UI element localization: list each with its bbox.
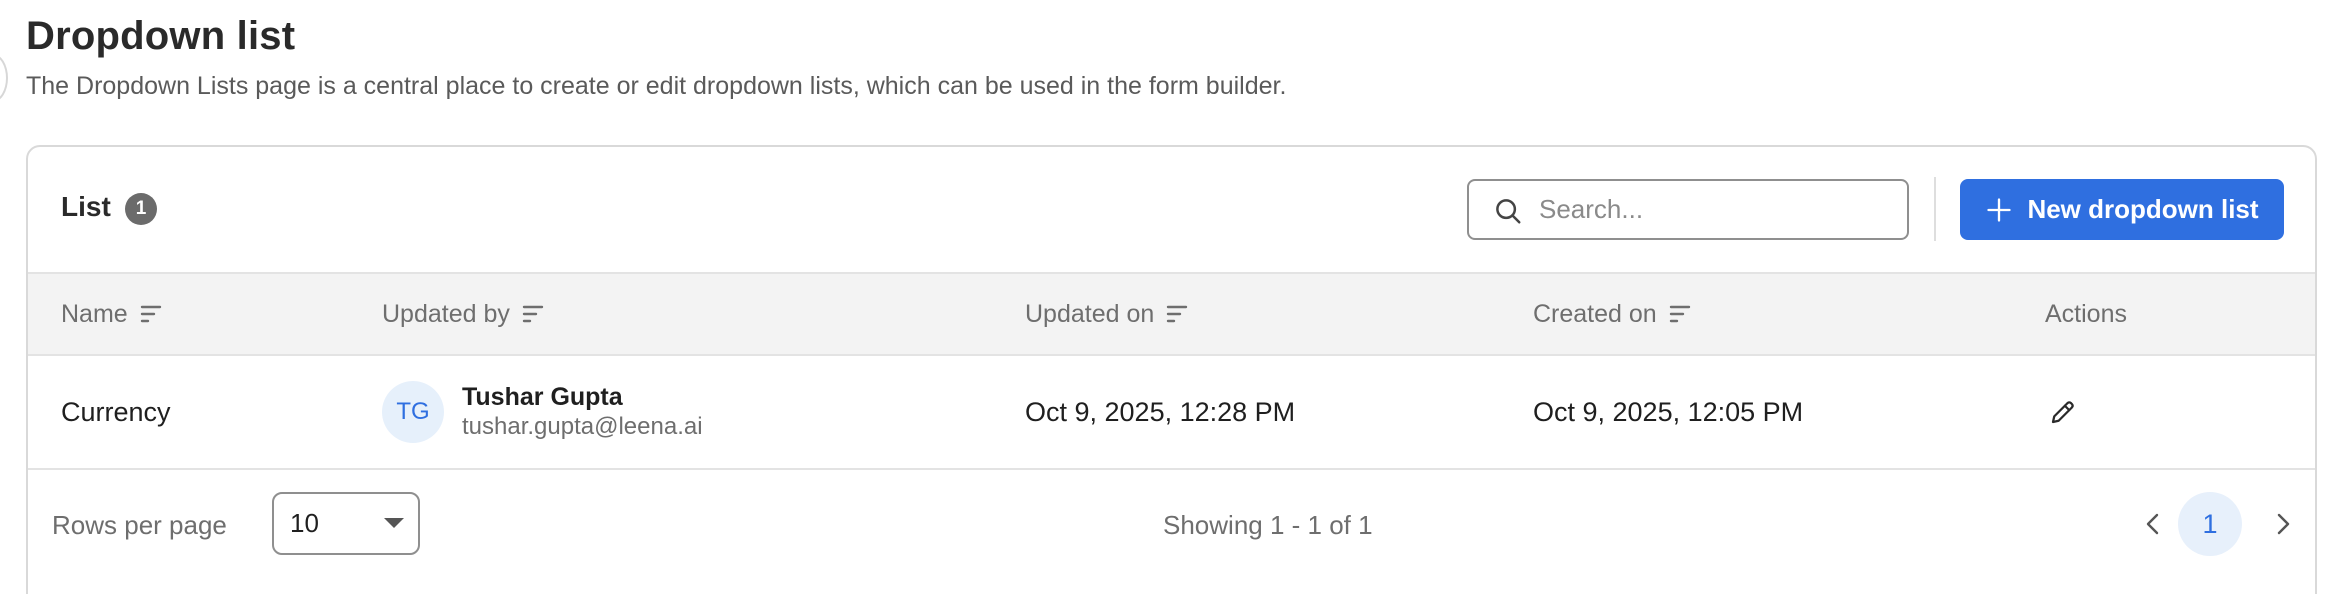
page-description: The Dropdown Lists page is a central pla…	[26, 72, 1287, 100]
sort-icon	[140, 305, 161, 323]
new-dropdown-list-button[interactable]: New dropdown list	[1960, 179, 2284, 240]
sort-icon	[1669, 305, 1690, 323]
column-header-label: Created on	[1533, 299, 1657, 328]
column-header-actions: Actions	[2045, 274, 2127, 354]
column-header-name[interactable]: Name	[61, 274, 162, 354]
card-header: List 1 New dropdown list	[28, 147, 2315, 272]
user-name: Tushar Gupta	[462, 383, 623, 411]
list-count-badge: 1	[125, 193, 157, 225]
column-header-label: Name	[61, 299, 128, 328]
chevron-right-icon[interactable]	[2268, 504, 2298, 544]
column-header-updated-by[interactable]: Updated by	[382, 274, 544, 354]
column-header-updated-on[interactable]: Updated on	[1025, 274, 1188, 354]
column-header-label: Updated by	[382, 299, 510, 328]
rows-per-page-value: 10	[290, 508, 319, 538]
rows-per-page-select[interactable]: 10	[272, 492, 420, 555]
table-footer: Rows per page 10 Showing 1 - 1 of 1 1	[28, 470, 2315, 580]
showing-count-text: Showing 1 - 1 of 1	[1163, 510, 1373, 540]
cell-created-on: Oct 9, 2025, 12:05 PM	[1533, 396, 1804, 427]
search-input[interactable]	[1539, 181, 1899, 238]
cell-actions	[2048, 356, 2078, 468]
cell-name: Currency	[61, 396, 171, 427]
user-info: Tushar Gupta tushar.gupta@leena.ai	[462, 382, 703, 442]
collapsed-sidebar-edge[interactable]	[0, 54, 8, 102]
sort-icon	[522, 305, 544, 323]
column-header-created-on[interactable]: Created on	[1533, 274, 1691, 354]
rows-per-page-label: Rows per page	[52, 510, 227, 540]
page: Dropdown list The Dropdown Lists page is…	[0, 0, 2346, 594]
dropdown-list-card: List 1 New dropdown list Name	[26, 145, 2317, 594]
header-divider	[1934, 177, 1936, 241]
cell-updated-on: Oct 9, 2025, 12:28 PM	[1025, 396, 1296, 427]
avatar: TG	[382, 381, 444, 443]
cell-updated-by: TG Tushar Gupta tushar.gupta@leena.ai	[382, 356, 703, 468]
search-box[interactable]	[1467, 179, 1909, 240]
page-title: Dropdown list	[26, 14, 296, 58]
column-header-label: Actions	[2045, 299, 2127, 328]
new-dropdown-list-label: New dropdown list	[2027, 194, 2259, 224]
column-header-label: Updated on	[1025, 299, 1155, 328]
table-header: Name Updated by Updated on Created on Ac…	[28, 272, 2315, 356]
caret-down-icon	[384, 518, 404, 528]
chevron-left-icon[interactable]	[2138, 504, 2168, 544]
search-icon	[1496, 199, 1521, 224]
table-row[interactable]: Currency TG Tushar Gupta tushar.gupta@le…	[28, 356, 2315, 470]
sort-icon	[1167, 305, 1188, 323]
list-title: List	[61, 191, 111, 222]
edit-pencil-icon[interactable]	[2048, 397, 2078, 427]
user-email: tushar.gupta@leena.ai	[462, 413, 703, 440]
plus-icon	[1987, 197, 2012, 222]
page-button-current[interactable]: 1	[2178, 492, 2242, 556]
